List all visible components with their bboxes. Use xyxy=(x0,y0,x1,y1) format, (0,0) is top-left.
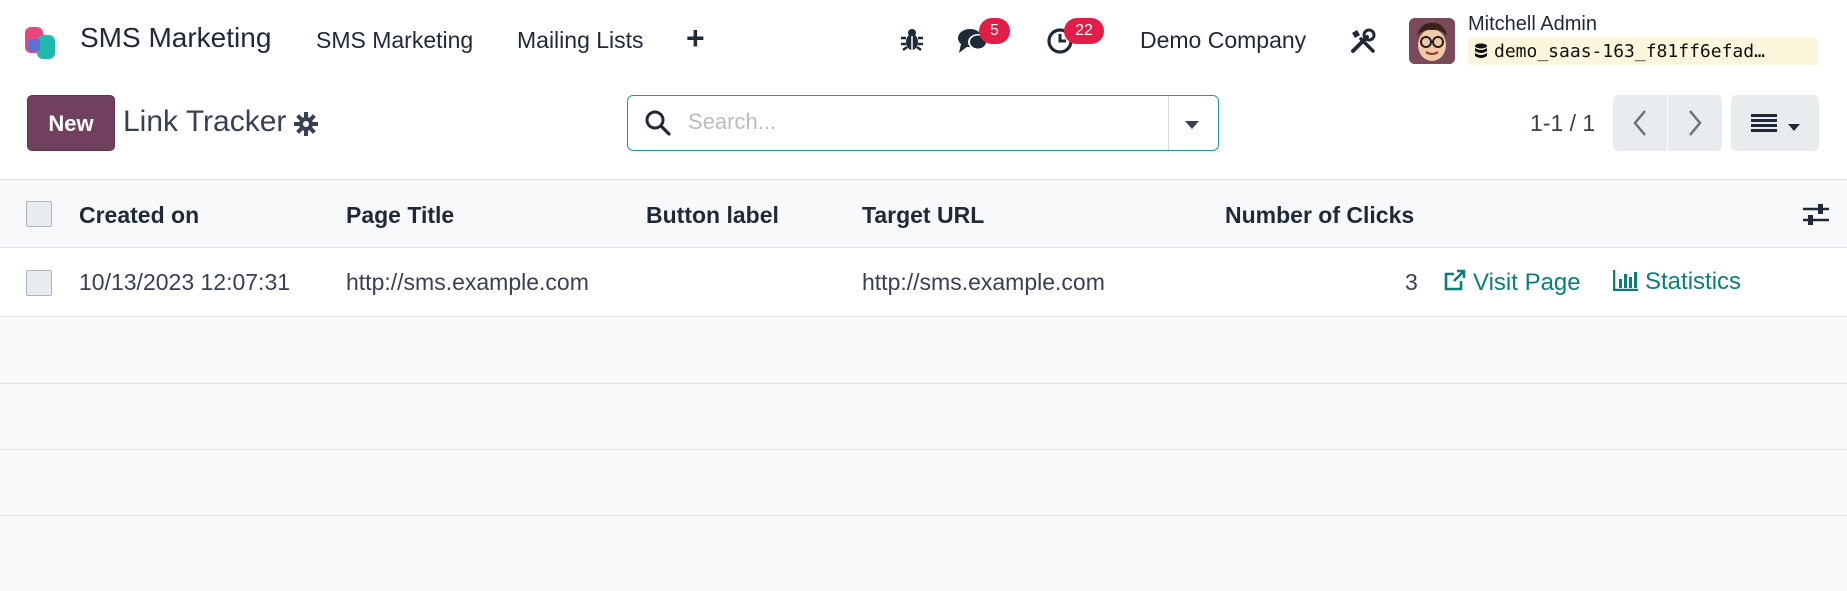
pager-next-button[interactable] xyxy=(1668,95,1722,151)
page-title: Link Tracker xyxy=(123,105,287,138)
messages-badge: 5 xyxy=(979,18,1010,44)
row-checkbox[interactable] xyxy=(26,270,52,296)
app-logo-icon[interactable] xyxy=(24,21,66,61)
column-number-of-clicks[interactable]: Number of Clicks xyxy=(1225,202,1414,229)
chevron-left-icon xyxy=(1633,110,1646,136)
bug-icon[interactable] xyxy=(899,27,925,58)
empty-row xyxy=(0,450,1847,516)
empty-row xyxy=(0,318,1847,384)
empty-row xyxy=(0,516,1847,591)
cell-created-on: 10/13/2023 12:07:31 xyxy=(79,269,291,295)
caret-down-icon xyxy=(1787,119,1801,137)
activities-badge: 22 xyxy=(1064,18,1104,44)
table-header: Created on Page Title Button label Targe… xyxy=(0,179,1847,248)
view-switcher-button[interactable] xyxy=(1731,95,1819,151)
optional-columns-icon[interactable] xyxy=(1802,203,1830,232)
external-link-icon xyxy=(1443,268,1467,299)
chevron-right-icon xyxy=(1689,110,1702,136)
pager-previous-button[interactable] xyxy=(1613,95,1667,151)
menu-mailing-lists[interactable]: Mailing Lists xyxy=(517,27,644,54)
statistics-label: Statistics xyxy=(1645,268,1742,295)
user-avatar[interactable] xyxy=(1409,18,1455,64)
database-icon xyxy=(1474,43,1488,64)
statistics-button[interactable]: Statistics xyxy=(1612,268,1742,298)
database-badge: demo_saas-163_f81ff6efad… xyxy=(1468,37,1818,65)
search-icon xyxy=(644,109,672,142)
search-options-caret-icon[interactable] xyxy=(1183,118,1201,136)
pager-value[interactable]: 1-1 / 1 xyxy=(1530,110,1595,137)
search-bar xyxy=(627,95,1219,151)
add-menu-icon[interactable]: + xyxy=(686,22,705,54)
table-row[interactable]: 10/13/2023 12:07:31 http://sms.example.c… xyxy=(0,249,1847,317)
gear-icon[interactable] xyxy=(294,112,318,141)
column-target-url[interactable]: Target URL xyxy=(862,202,984,229)
list-view-icon xyxy=(1751,113,1777,138)
visit-page-label: Visit Page xyxy=(1473,269,1581,296)
search-divider xyxy=(1168,96,1169,150)
company-switcher[interactable]: Demo Company xyxy=(1140,27,1306,54)
column-button-label[interactable]: Button label xyxy=(646,202,779,229)
new-button[interactable]: New xyxy=(27,95,115,151)
cell-page-title: http://sms.example.com xyxy=(346,269,589,295)
cell-target-url: http://sms.example.com xyxy=(862,269,1105,295)
top-navbar: SMS Marketing SMS Marketing Mailing List… xyxy=(0,0,1847,80)
menu-sms-marketing[interactable]: SMS Marketing xyxy=(316,27,473,54)
user-name[interactable]: Mitchell Admin xyxy=(1468,13,1597,36)
cell-clicks: 3 xyxy=(1405,269,1418,295)
database-name: demo_saas-163_f81ff6efad… xyxy=(1494,41,1765,62)
visit-page-button[interactable]: Visit Page xyxy=(1443,268,1581,299)
bar-chart-icon xyxy=(1612,269,1639,298)
search-input[interactable] xyxy=(688,109,1188,135)
app-name[interactable]: SMS Marketing xyxy=(80,22,271,54)
empty-row xyxy=(0,384,1847,450)
tools-icon[interactable] xyxy=(1349,27,1377,60)
column-page-title[interactable]: Page Title xyxy=(346,202,454,229)
select-all-checkbox[interactable] xyxy=(26,201,52,227)
column-created-on[interactable]: Created on xyxy=(79,202,199,229)
